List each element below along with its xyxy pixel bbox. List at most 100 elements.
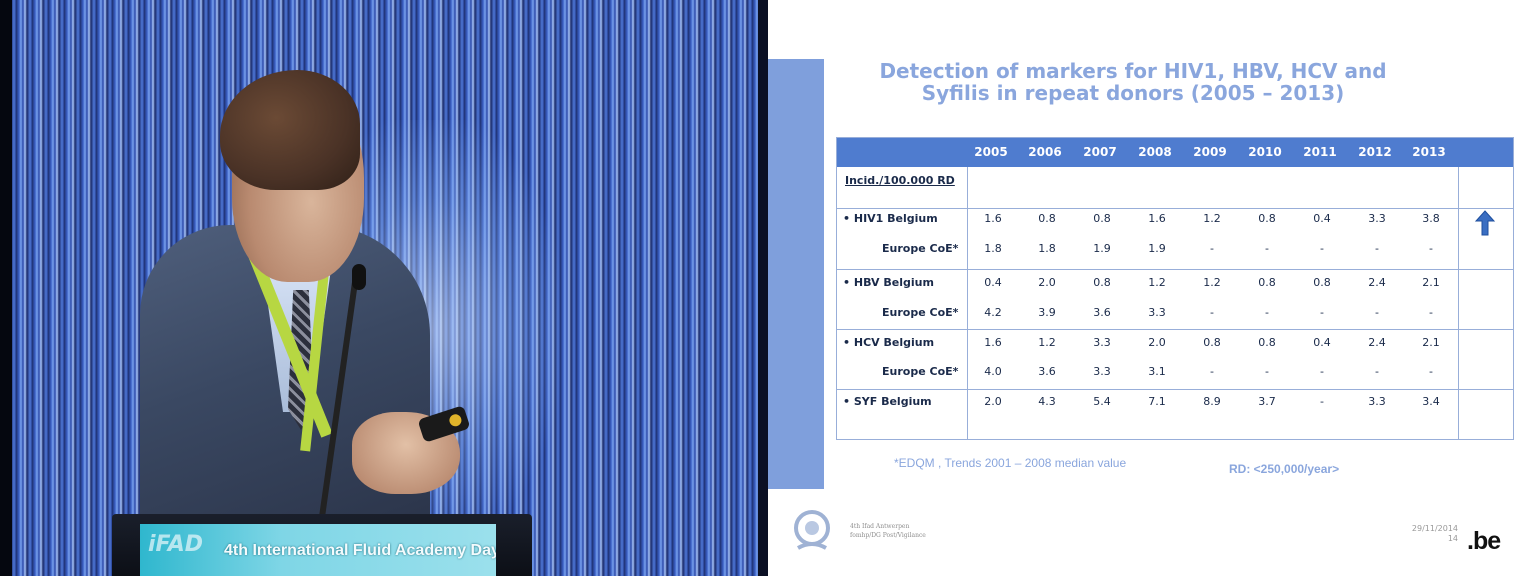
table-cell: 3.3 (1093, 336, 1111, 349)
table-cell: 2.4 (1368, 276, 1386, 289)
table-cell: 3.1 (1148, 365, 1166, 378)
year-header: 2007 (1083, 145, 1117, 159)
slide-title: Detection of markers for HIV1, HBV, HCV … (868, 60, 1398, 104)
podium-screen: iFAD 4th International Fluid Academy Day… (140, 524, 496, 576)
video-right-edge (758, 0, 768, 576)
row-divider (837, 269, 1513, 270)
unit-label: Incid./100.000 RD (845, 174, 955, 187)
table-cell: - (1320, 242, 1324, 255)
table-cell: 2.4 (1368, 336, 1386, 349)
table-cell: 4.2 (984, 306, 1002, 319)
slide-side-bar (768, 59, 824, 489)
row-label-hiv1-europe: Europe CoE* (882, 242, 959, 255)
table-cell: 1.8 (984, 242, 1002, 255)
table-cell: 1.2 (1203, 212, 1221, 225)
rd-note: RD: <250,000/year> (1229, 462, 1340, 476)
table-cell: 0.8 (1203, 336, 1221, 349)
table-cell: - (1265, 306, 1269, 319)
table-cell: - (1429, 242, 1433, 255)
table-cell: 1.2 (1038, 336, 1056, 349)
row-label-hcv-europe: Europe CoE* (882, 365, 959, 378)
table-cell: 1.6 (984, 336, 1002, 349)
row-label-hbv-belgium: • HBV Belgium (843, 276, 934, 289)
microphone-icon (352, 264, 366, 290)
row-divider (837, 208, 1513, 209)
up-arrow-icon (1474, 210, 1496, 236)
table-cell: - (1429, 306, 1433, 319)
footer-org-line-1: 4th Ifad Antwerpen (850, 523, 910, 530)
table-cell: 1.9 (1093, 242, 1111, 255)
table-cell: - (1320, 306, 1324, 319)
footer-date-block: 29/11/2014 14 (1388, 524, 1458, 544)
table-cell: 0.4 (1313, 336, 1331, 349)
table-cell: 5.4 (1093, 395, 1111, 408)
presentation-slide: Detection of markers for HIV1, HBV, HCV … (768, 0, 1536, 576)
fagg-logo-icon (794, 510, 830, 550)
row-label-syf-belgium: • SYF Belgium (843, 395, 932, 408)
table-cell: 3.7 (1258, 395, 1276, 408)
table-cell: - (1265, 365, 1269, 378)
table-cell: 0.4 (984, 276, 1002, 289)
row-label-hiv1-belgium: • HIV1 Belgium (843, 212, 938, 225)
year-header: 2012 (1358, 145, 1392, 159)
table-cell: 3.3 (1093, 365, 1111, 378)
table-cell: 0.8 (1093, 212, 1111, 225)
footer-date: 29/11/2014 (1411, 524, 1458, 533)
table-cell: 7.1 (1148, 395, 1166, 408)
table-cell: 0.8 (1258, 276, 1276, 289)
speaker-video-frame: iFAD 4th International Fluid Academy Day… (0, 0, 768, 576)
table-cell: 0.8 (1313, 276, 1331, 289)
table-cell: 2.0 (1038, 276, 1056, 289)
table-cell: - (1210, 306, 1214, 319)
table-cell: - (1265, 242, 1269, 255)
row-divider (837, 329, 1513, 330)
slide-page-number: 14 (1447, 534, 1458, 543)
table-cell: 3.3 (1368, 395, 1386, 408)
table-cell: 0.8 (1258, 336, 1276, 349)
table-cell: 3.4 (1422, 395, 1440, 408)
table-cell: 3.9 (1038, 306, 1056, 319)
footer-organization: 4th Ifad Antwerpen fomhp/DG Post/Vigilan… (850, 522, 926, 540)
table-cell: 8.9 (1203, 395, 1221, 408)
table-cell: - (1210, 365, 1214, 378)
video-left-edge (0, 0, 12, 576)
year-header: 2009 (1193, 145, 1227, 159)
table-cell: 2.1 (1422, 336, 1440, 349)
table-cell: 3.6 (1093, 306, 1111, 319)
table-cell: 1.2 (1203, 276, 1221, 289)
clicker-light (447, 412, 463, 428)
year-header: 2008 (1138, 145, 1172, 159)
footer-org-line-2: fomhp/DG Post/Vigilance (850, 532, 926, 539)
row-label-hcv-belgium: • HCV Belgium (843, 336, 935, 349)
slide-title-line-1: Detection of markers for HIV1, HBV, HCV … (879, 59, 1387, 83)
incidence-table: 2005 2006 2007 2008 2009 2010 2011 2012 … (836, 137, 1514, 440)
table-cell: - (1210, 242, 1214, 255)
row-label-hbv-europe: Europe CoE* (882, 306, 959, 319)
table-cell: - (1375, 365, 1379, 378)
footnote: *EDQM , Trends 2001 – 2008 median value (894, 456, 1127, 470)
year-header: 2005 (974, 145, 1008, 159)
table-cell: 1.9 (1148, 242, 1166, 255)
table-cell: 1.6 (1148, 212, 1166, 225)
year-header: 2011 (1303, 145, 1337, 159)
table-cell: 1.8 (1038, 242, 1056, 255)
table-cell: 3.3 (1148, 306, 1166, 319)
table-cell: 0.8 (1258, 212, 1276, 225)
year-header: 2013 (1412, 145, 1446, 159)
table-cell: 2.1 (1422, 276, 1440, 289)
table-cell: 0.8 (1038, 212, 1056, 225)
table-cell: - (1375, 306, 1379, 319)
be-logo: .be (1467, 527, 1501, 555)
table-cell: 1.6 (984, 212, 1002, 225)
table-cell: 0.4 (1313, 212, 1331, 225)
table-cell: - (1320, 365, 1324, 378)
table-cell: 2.0 (984, 395, 1002, 408)
table-cell: - (1375, 242, 1379, 255)
slide-title-line-2: Syfilis in repeat donors (2005 – 2013) (921, 81, 1345, 105)
year-header: 2006 (1028, 145, 1062, 159)
table-cell: 1.2 (1148, 276, 1166, 289)
table-header-row: 2005 2006 2007 2008 2009 2010 2011 2012 … (837, 138, 1513, 167)
speaker-hair (220, 70, 360, 190)
row-divider (837, 389, 1513, 390)
table-cell: 4.3 (1038, 395, 1056, 408)
